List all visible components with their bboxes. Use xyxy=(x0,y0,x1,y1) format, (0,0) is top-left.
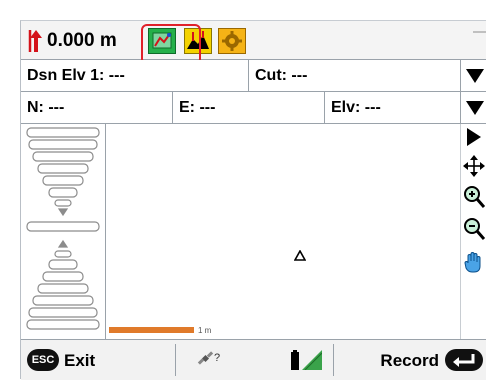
coordinates-row: N: --- E: --- Elv: --- xyxy=(21,92,486,124)
row1-dropdown-button[interactable] xyxy=(463,60,486,91)
zoom-out-icon[interactable] xyxy=(463,217,485,241)
zoom-in-icon[interactable] xyxy=(463,185,485,209)
topbar-edge-line xyxy=(473,31,486,33)
cut-label: Cut: --- xyxy=(255,66,308,84)
cut-field[interactable]: Cut: --- xyxy=(249,60,461,91)
expand-right-icon[interactable] xyxy=(467,128,481,146)
northing-label: N: --- xyxy=(27,98,65,116)
esc-key-icon[interactable]: ESC xyxy=(27,349,59,371)
elevation-field[interactable]: Elv: --- xyxy=(325,92,461,123)
gps-status-label: ? xyxy=(214,352,221,364)
enter-arrow-icon xyxy=(453,354,475,367)
triangle-down-icon xyxy=(466,100,484,115)
esc-key-label: ESC xyxy=(31,354,55,366)
dsn-elv-label: Dsn Elv 1: --- xyxy=(27,66,125,84)
triangle-down-icon xyxy=(466,68,484,83)
northing-field[interactable]: N: --- xyxy=(21,92,173,123)
design-elevation-row: Dsn Elv 1: --- Cut: --- xyxy=(21,60,486,92)
main-area: 1 m xyxy=(21,124,486,339)
settings-gear-icon xyxy=(222,31,242,51)
settings-button[interactable] xyxy=(218,28,246,54)
satellite-icon xyxy=(197,351,214,365)
height-value: 0.000 m xyxy=(47,30,117,51)
scale-label: 1 m xyxy=(198,326,212,335)
scale-bar xyxy=(109,327,194,333)
top-toolbar: 0.000 m xyxy=(21,21,486,65)
bottom-softkey-bar: ESC Exit ? Record xyxy=(21,339,486,380)
highlight-outline xyxy=(141,24,201,65)
exit-button[interactable]: Exit xyxy=(64,351,95,371)
row2-dropdown-button[interactable] xyxy=(463,92,486,123)
cut-fill-gauge xyxy=(21,124,106,339)
plan-view[interactable]: 1 m xyxy=(106,124,461,339)
easting-field[interactable]: E: --- xyxy=(173,92,325,123)
signal-strength-icon xyxy=(302,350,322,370)
battery-icon xyxy=(291,350,299,370)
height-arrow-icon[interactable] xyxy=(27,28,45,54)
pan-arrows-icon[interactable] xyxy=(463,155,485,177)
enter-key-icon[interactable] xyxy=(445,349,483,371)
divider xyxy=(175,344,176,376)
app-screen: 0.000 m Dsn Elv 1: --- Cut: --- N: --- E… xyxy=(20,20,486,380)
divider xyxy=(333,344,334,376)
easting-label: E: --- xyxy=(179,98,216,116)
position-marker-icon xyxy=(294,250,306,261)
map-tool-rail xyxy=(460,124,486,339)
record-button[interactable]: Record xyxy=(380,351,439,371)
elevation-label: Elv: --- xyxy=(331,98,381,116)
gps-status[interactable]: ? xyxy=(197,350,229,370)
dsn-elv-field[interactable]: Dsn Elv 1: --- xyxy=(21,60,249,91)
hand-pan-icon[interactable] xyxy=(464,251,484,273)
